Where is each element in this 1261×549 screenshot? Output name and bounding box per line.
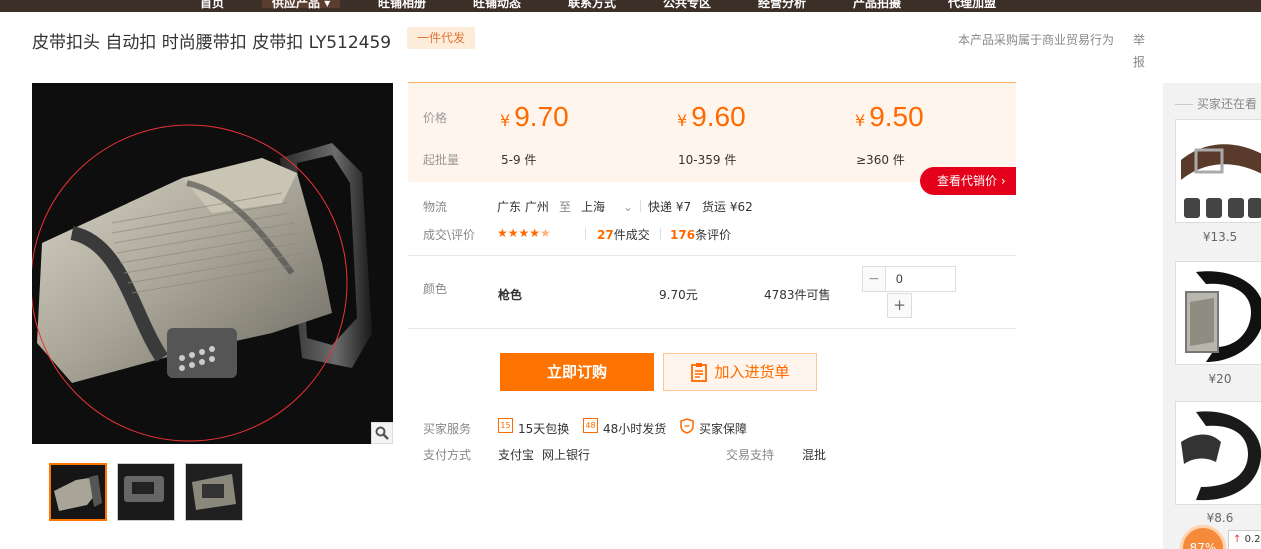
payment-alipay: 支付宝	[498, 448, 535, 462]
chevron-down-icon: ⌄	[622, 200, 633, 214]
nav-item-album[interactable]: 旺铺相册	[378, 0, 426, 11]
also-viewed-price-3: ¥8.6	[1206, 511, 1234, 525]
trade-support-value: 混批	[802, 448, 827, 462]
thumbnail-1[interactable]	[49, 463, 107, 521]
freight-fee: 货运 ¥62	[702, 200, 753, 214]
buckle-thumb-image	[51, 465, 105, 519]
thumbnail-strip	[49, 463, 243, 521]
deals-count[interactable]: 27件成交	[597, 226, 650, 243]
ship-48-hours-icon: 48	[583, 418, 598, 433]
quantity-decrease-button[interactable]: −	[862, 266, 886, 292]
ship-from: 广东 广州	[497, 200, 549, 214]
product-title: 皮带扣头 自动扣 时尚腰带扣 皮带扣 LY512459	[32, 33, 392, 53]
trade-support-label: 交易支持	[726, 448, 775, 462]
also-viewed-item-3[interactable]	[1175, 401, 1261, 505]
floating-speed-box: ↑ 0.2	[1228, 530, 1261, 549]
sku-name: 枪色	[498, 288, 523, 302]
half-star-icon: ★	[540, 226, 551, 240]
ship-to-word: 至	[559, 200, 572, 214]
buckle-thumb-image	[118, 464, 174, 520]
belt-product-image	[1176, 402, 1261, 504]
clipboard-icon	[691, 363, 708, 382]
main-product-image[interactable]	[32, 83, 393, 444]
also-viewed-price-2: ¥20	[1208, 372, 1232, 386]
shield-icon	[680, 418, 694, 434]
min-qty-label: 起批量	[423, 153, 460, 167]
nav-item-contact[interactable]: 联系方式	[568, 0, 616, 11]
deals-reviews-label: 成交\评价	[423, 228, 476, 242]
star-icon: ★★★★	[497, 226, 541, 240]
buyer-service-label: 买家服务	[423, 422, 472, 436]
sku-stock: 4783件可售	[764, 288, 831, 302]
order-now-button[interactable]: 立即订购	[500, 353, 654, 391]
also-viewed-price-1: ¥13.5	[1202, 230, 1238, 244]
buckle-thumb-image	[186, 464, 242, 520]
ship-to-select[interactable]: 上海 ⌄	[581, 198, 633, 215]
rating-stars: ★★★★★	[497, 226, 551, 240]
price-tier-2: ¥9.60	[677, 101, 746, 132]
price-tier-1: ¥9.70	[500, 101, 569, 132]
reviews-count[interactable]: 176条评价	[670, 226, 731, 243]
logistics-label: 物流	[423, 200, 448, 214]
also-viewed-item-2[interactable]	[1175, 261, 1261, 365]
payment-online-bank: 网上银行	[542, 448, 591, 462]
nav-item-agent[interactable]: 代理加盟	[948, 0, 996, 11]
quantity-increase-button[interactable]: +	[887, 293, 912, 318]
exchange-15-days-icon: 15	[498, 418, 513, 433]
dropship-badge: 一件代发	[407, 27, 476, 49]
belt-product-image	[1176, 120, 1261, 222]
thumbnail-2[interactable]	[117, 463, 175, 521]
price-label: 价格	[423, 111, 448, 125]
nav-item-photo[interactable]: 产品拍摄	[853, 0, 901, 11]
belt-buckle-image	[32, 83, 393, 444]
qty-tier-2: 10-359 件	[678, 153, 737, 167]
qty-tier-3: ≥360 件	[856, 153, 905, 167]
zoom-button[interactable]	[371, 422, 393, 444]
trade-note: 本产品采购属于商业贸易行为	[958, 33, 1115, 47]
qty-tier-1: 5-9 件	[501, 153, 537, 167]
nav-item-public[interactable]: 公共专区	[663, 0, 711, 11]
belt-product-image	[1176, 262, 1261, 364]
also-viewed-title: 买家还在看	[1175, 95, 1257, 112]
magnifier-icon	[375, 426, 389, 440]
report-link[interactable]: 举报	[1133, 29, 1147, 73]
quantity-input[interactable]	[886, 266, 956, 292]
nav-item-products[interactable]: 供应产品 ▾	[262, 0, 341, 10]
color-label: 颜色	[423, 282, 448, 296]
view-agent-price-button[interactable]: 查看代销价 ›	[920, 167, 1016, 195]
service-buyer-protection: 买家保障	[699, 422, 748, 436]
nav-item-analysis[interactable]: 经营分析	[758, 0, 806, 11]
chevron-right-icon: ›	[1000, 174, 1006, 188]
nav-item-home[interactable]: 首页	[200, 0, 224, 11]
add-to-purchase-list-button[interactable]: 加入进货单	[663, 353, 817, 391]
sku-price: 9.70元	[659, 288, 698, 302]
price-tier-3: ¥9.50	[855, 101, 924, 132]
thumbnail-3[interactable]	[185, 463, 243, 521]
also-viewed-item-1[interactable]	[1175, 119, 1261, 223]
top-nav: 首页 供应产品 ▾ 旺铺相册 旺铺动态 联系方式 公共专区 经营分析 产品拍摄 …	[0, 0, 1261, 12]
nav-item-news[interactable]: 旺铺动态	[473, 0, 521, 11]
arrow-up-icon: ↑	[1233, 534, 1242, 545]
service-48h-delivery: 48小时发货	[603, 422, 667, 436]
payment-label: 支付方式	[423, 448, 472, 462]
service-15-day-exchange: 15天包换	[518, 422, 570, 436]
express-fee: 快递 ¥7	[648, 200, 692, 214]
